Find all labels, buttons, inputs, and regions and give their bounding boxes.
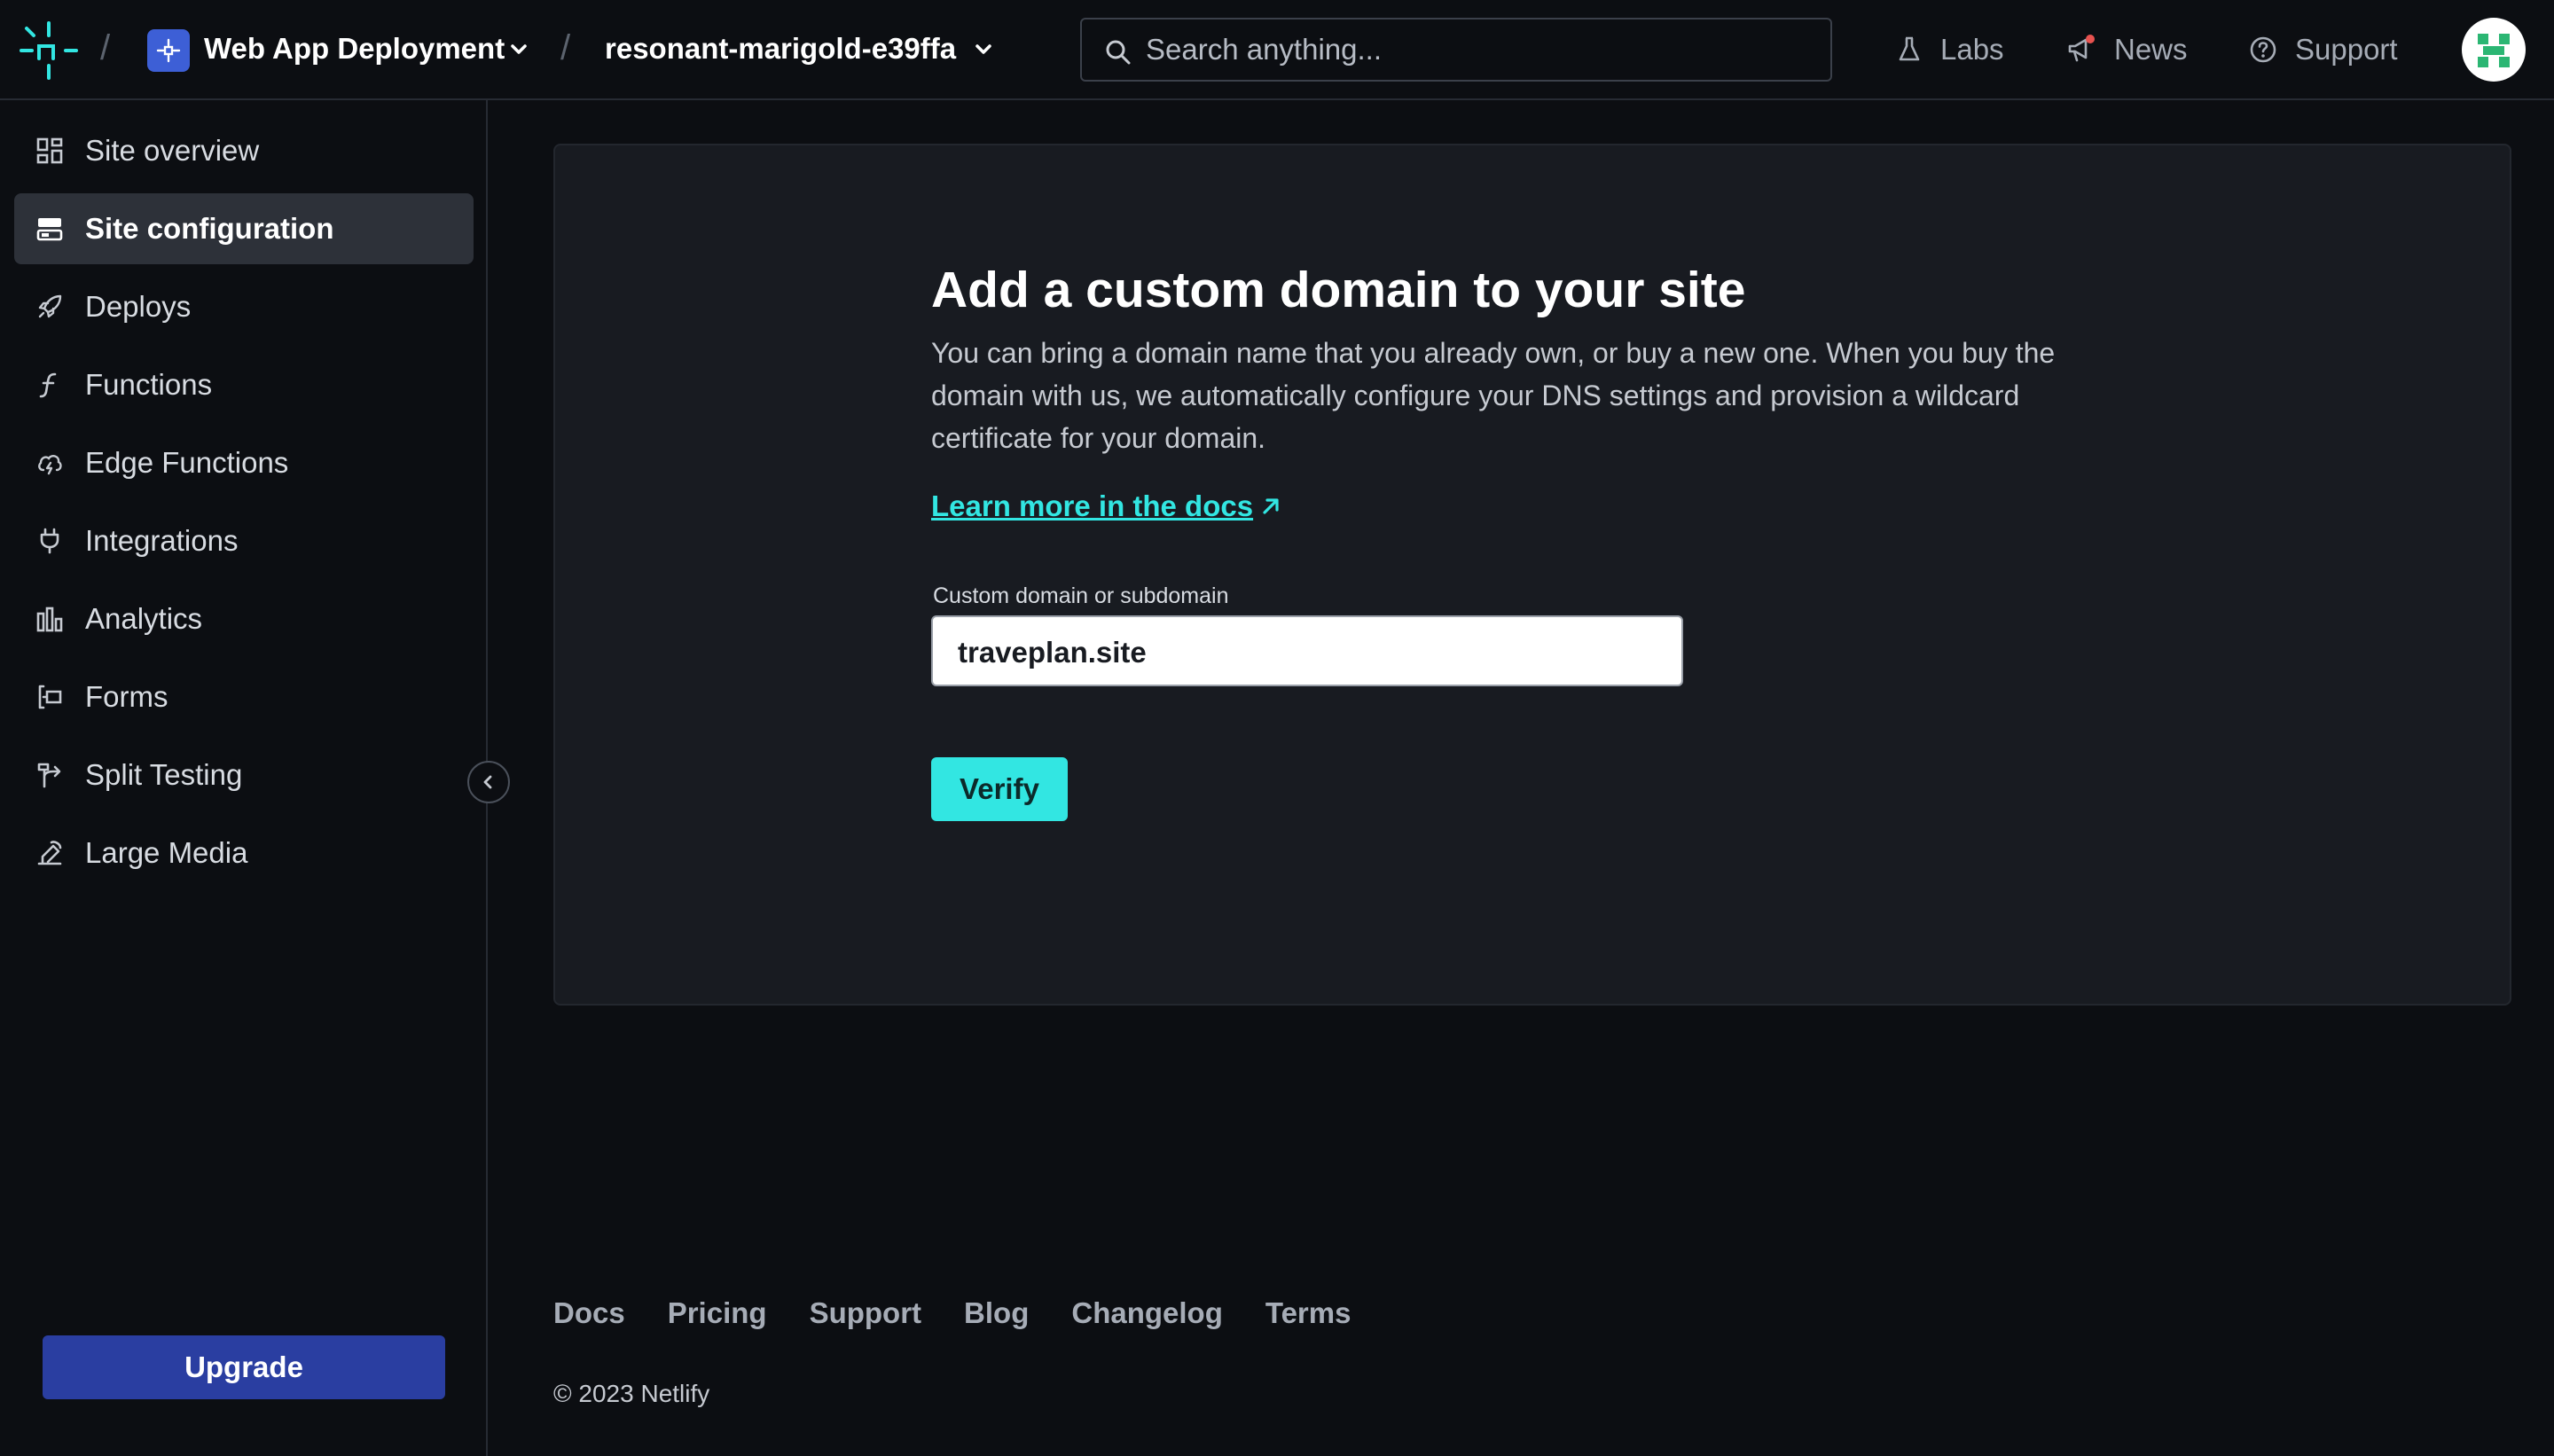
collapse-sidebar-button[interactable] [467, 761, 510, 803]
breadcrumb-separator: / [100, 28, 111, 67]
sidebar-item-label: Site overview [85, 134, 260, 167]
grid-icon [36, 137, 63, 164]
sidebar-item-label: Integrations [85, 524, 239, 557]
media-icon [37, 841, 62, 865]
rocket-icon [38, 294, 62, 318]
breadcrumb-separator: / [560, 28, 571, 67]
sidebar: Site overview Site configuration Deploys… [0, 100, 488, 1456]
external-arrow-icon [1263, 498, 1279, 514]
sidebar-item-integrations[interactable]: Integrations [14, 505, 474, 576]
support-label: Support [2295, 33, 2398, 66]
user-avatar[interactable] [2462, 18, 2526, 82]
sidebar-item-large-media[interactable]: Large Media [14, 818, 474, 888]
footer-link-support[interactable]: Support [810, 1296, 921, 1330]
support-link[interactable]: Support [2249, 18, 2398, 82]
footer-links: Docs Pricing Support Blog Changelog Term… [553, 1296, 1393, 1330]
sidebar-item-split-testing[interactable]: Split Testing [14, 740, 474, 810]
sidebar-item-label: Large Media [85, 836, 248, 869]
team-name-breadcrumb[interactable]: Web App Deployment [204, 32, 505, 66]
megaphone-icon [2068, 35, 2095, 62]
footer-link-docs[interactable]: Docs [553, 1296, 625, 1330]
domain-field-label: Custom domain or subdomain [933, 583, 1229, 608]
search-input[interactable] [1146, 32, 1802, 67]
help-circle-icon [2250, 36, 2276, 63]
upgrade-button[interactable]: Upgrade [43, 1335, 445, 1399]
team-avatar-icon [147, 29, 190, 72]
footer-link-terms[interactable]: Terms [1265, 1296, 1351, 1330]
chevron-down-icon[interactable] [974, 40, 993, 59]
sidebar-item-label: Deploys [85, 290, 192, 323]
site-name-breadcrumb[interactable]: resonant-marigold-e39ffa [605, 32, 956, 66]
flask-icon [1899, 36, 1920, 61]
chevron-down-icon[interactable] [509, 40, 529, 59]
form-icon [38, 685, 62, 709]
sidebar-item-analytics[interactable]: Analytics [14, 583, 474, 654]
custom-domain-card: Add a custom domain to your site You can… [553, 144, 2511, 1006]
footer-link-pricing[interactable]: Pricing [668, 1296, 767, 1330]
footer-link-blog[interactable]: Blog [964, 1296, 1029, 1330]
description-text: You can bring a domain name that you alr… [931, 337, 2056, 454]
lambda-icon [39, 372, 57, 398]
search-bar[interactable] [1080, 18, 1832, 82]
page-title: Add a custom domain to your site [931, 262, 1746, 318]
domain-input[interactable] [958, 635, 1649, 670]
footer-link-changelog[interactable]: Changelog [1071, 1296, 1223, 1330]
learn-more-label: Learn more in the docs [931, 489, 1254, 522]
cloud-bolt-icon [38, 455, 62, 475]
bar-chart-icon [36, 607, 63, 632]
split-icon [37, 763, 61, 788]
plug-icon [40, 528, 59, 554]
server-icon [36, 218, 63, 241]
labs-link[interactable]: Labs [1896, 18, 2004, 82]
chevron-left-icon [483, 775, 492, 789]
sidebar-item-forms[interactable]: Forms [14, 661, 474, 732]
sidebar-item-site-configuration[interactable]: Site configuration [14, 193, 474, 264]
news-label: News [2114, 33, 2188, 66]
domain-field[interactable] [931, 615, 1683, 686]
sidebar-item-label: Forms [85, 680, 168, 713]
sidebar-item-site-overview[interactable]: Site overview [14, 115, 474, 186]
sidebar-item-label: Functions [85, 368, 213, 401]
copyright-text: © 2023 Netlify [553, 1380, 710, 1407]
sidebar-item-label: Split Testing [85, 758, 243, 791]
learn-more-link[interactable]: Learn more in the docs [931, 489, 1279, 523]
labs-label: Labs [1940, 33, 2004, 66]
sidebar-item-label: Site configuration [85, 212, 334, 245]
verify-button[interactable]: Verify [931, 757, 1068, 821]
sidebar-item-label: Analytics [85, 602, 203, 635]
sidebar-item-edge-functions[interactable]: Edge Functions [14, 427, 474, 498]
netlify-logo-icon[interactable] [18, 20, 80, 82]
news-link[interactable]: News [2066, 18, 2188, 82]
search-icon [1106, 40, 1131, 65]
sidebar-item-deploys[interactable]: Deploys [14, 271, 474, 342]
sidebar-item-label: Edge Functions [85, 446, 289, 479]
sidebar-item-functions[interactable]: Functions [14, 349, 474, 420]
top-bar: / Web App Deployment / resonant-marigold… [0, 0, 2554, 100]
